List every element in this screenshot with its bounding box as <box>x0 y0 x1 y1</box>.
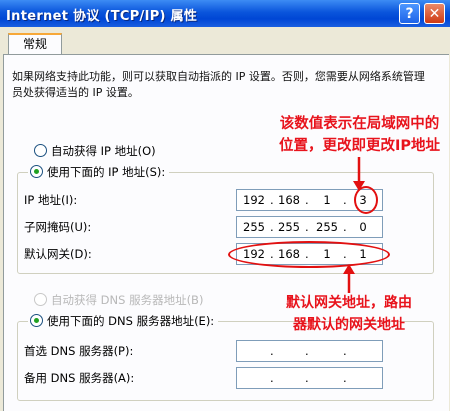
close-button[interactable]: ✕ <box>424 3 445 24</box>
tcpip-properties-dialog: Internet 协议 (TCP/IP) 属性 ? ✕ 常规 如果网络支持此功能… <box>0 0 450 411</box>
gateway-annotation-line-1: 默认网关地址，路由 <box>286 295 412 311</box>
window-title: Internet 协议 (TCP/IP) 属性 <box>6 9 198 24</box>
gateway-highlight-ring <box>228 241 390 268</box>
annotation-arrows <box>343 157 365 293</box>
gateway-annotation: 默认网关地址，路由 器默认的网关地址 <box>254 292 444 336</box>
general-panel: 如果网络支持此功能，则可以获取自动指派的 IP 设置。否则，您需要从网络系统管理… <box>3 54 449 411</box>
gateway-annotation-line-2: 器默认的网关地址 <box>293 317 405 333</box>
tab-general[interactable]: 常规 <box>8 33 62 55</box>
ip-octet-highlight-ring <box>354 186 378 214</box>
help-button[interactable]: ? <box>399 3 420 24</box>
title-bar[interactable]: Internet 协议 (TCP/IP) 属性 ? ✕ <box>0 0 450 27</box>
tab-strip: 常规 <box>0 27 450 55</box>
